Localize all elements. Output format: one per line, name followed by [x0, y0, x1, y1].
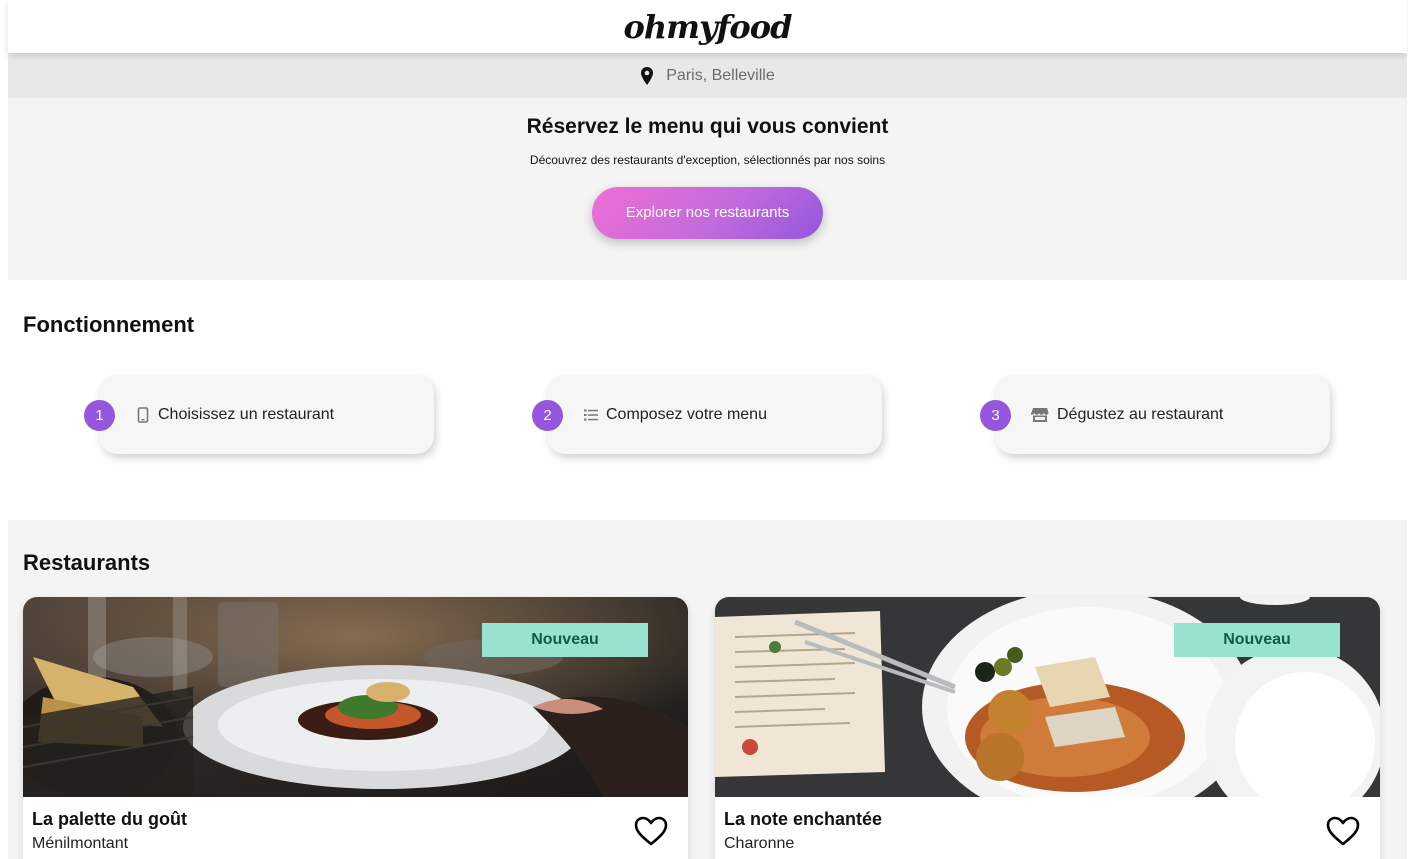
site-header: ohmyfood — [8, 0, 1407, 53]
step-number: 2 — [532, 400, 563, 431]
step-label: Dégustez au restaurant — [1057, 405, 1224, 423]
step-number: 1 — [84, 400, 115, 431]
step-number: 3 — [980, 400, 1011, 431]
step-card-choose: 1 Choisissez un restaurant — [84, 375, 434, 454]
explore-restaurants-button[interactable]: Explorer nos restaurants — [592, 187, 823, 239]
page: ohmyfood Paris, Belleville Réservez le m… — [8, 0, 1407, 859]
restaurants-title: Restaurants — [23, 550, 151, 575]
restaurant-card[interactable]: Nouveau La palette du goût Ménilmontant — [23, 597, 688, 859]
step-card-compose: 2 Composez votre menu — [532, 375, 882, 454]
store-icon — [1031, 407, 1049, 422]
howto-section: Fonctionnement 1 Choisissez un restauran… — [8, 280, 1407, 520]
step-label: Composez votre menu — [606, 405, 767, 423]
list-icon — [584, 409, 598, 420]
logo[interactable]: ohmyfood — [624, 8, 793, 46]
hero-title: Réservez le menu qui vous convient — [526, 115, 889, 138]
step-card-taste: 3 Dégustez au restaurant — [980, 375, 1330, 454]
step-label: Choisissez un restaurant — [158, 405, 335, 423]
restaurant-area: Ménilmontant — [32, 835, 129, 852]
restaurant-name[interactable]: La palette du goût — [32, 809, 187, 830]
hero-section: Réservez le menu qui vous convient Décou… — [8, 98, 1407, 280]
restaurant-area: Charonne — [724, 835, 795, 852]
location-text: Paris, Belleville — [666, 66, 775, 84]
restaurant-name[interactable]: La note enchantée — [724, 809, 882, 830]
restaurant-photo[interactable]: Nouveau — [23, 597, 688, 797]
hero-subtitle: Découvrez des restaurants d'exception, s… — [529, 153, 886, 167]
map-marker-icon — [641, 66, 654, 85]
restaurants-section: Restaurants Nouveau La palette du goût M… — [8, 520, 1407, 859]
new-badge: Nouveau — [1174, 623, 1340, 657]
howto-title: Fonctionnement — [23, 312, 195, 337]
location-bar: Paris, Belleville — [8, 53, 1407, 98]
heart-outline-icon[interactable] — [1326, 816, 1360, 846]
new-badge: Nouveau — [482, 623, 648, 657]
mobile-phone-icon — [137, 406, 149, 423]
restaurant-card[interactable]: Nouveau La note enchantée Charonne — [715, 597, 1380, 859]
restaurant-photo[interactable]: Nouveau — [715, 597, 1380, 797]
heart-outline-icon[interactable] — [634, 816, 668, 846]
